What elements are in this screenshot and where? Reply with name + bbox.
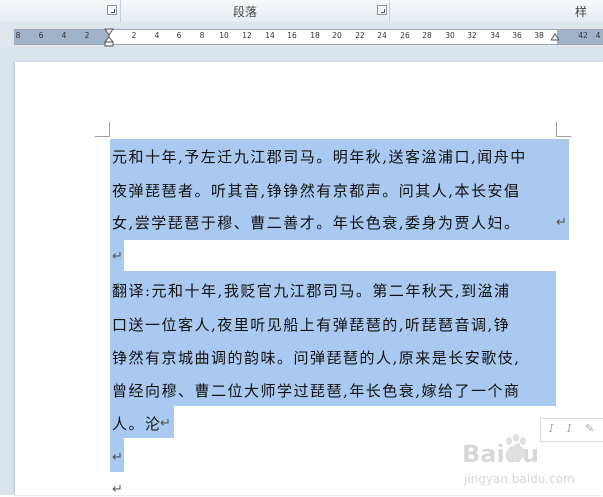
ruler-tick-label: 34 — [490, 31, 500, 40]
top-right-margin-mark — [556, 122, 571, 137]
ribbon-group-strip: 段落 样 — [0, 0, 603, 23]
text-line[interactable]: 人。沦 — [112, 414, 162, 434]
ribbon-separator — [120, 0, 121, 22]
watermark: Baidu jingyan.baidu.com — [462, 434, 603, 495]
paw-logo-icon — [506, 434, 526, 461]
styles-group-label: 样 — [575, 5, 588, 19]
paragraph-dialog-launcher-icon[interactable] — [377, 5, 387, 15]
ruler-tick-label: 42 — [578, 31, 588, 40]
ruler-tick-label: 32 — [467, 31, 477, 40]
ruler-tick-label: 4 — [595, 31, 601, 40]
ruler-tick-label: 8 — [15, 31, 21, 40]
ruler-tick-label: 20 — [332, 31, 342, 40]
font-dialog-launcher-icon[interactable] — [107, 5, 117, 15]
ruler-tick-label: 10 — [219, 31, 229, 40]
watermark-subtext: jingyan.baidu.com — [464, 472, 575, 486]
ruler-tick-label: 26 — [400, 31, 410, 40]
text-line[interactable]: 夜弹琵琶者。听其音,铮铮然有京都声。问其人,本长安倡 — [112, 181, 521, 201]
ruler-tick-label: 16 — [287, 31, 297, 40]
ruler-tick-label: 30 — [445, 31, 455, 40]
ruler-tick-label: 12 — [242, 31, 252, 40]
ruler-tick-label: 4 — [61, 31, 67, 40]
right-indent-marker-icon[interactable] — [551, 33, 559, 41]
ruler-tick-label: 24 — [377, 31, 387, 40]
ruler-tick-label: 28 — [422, 31, 432, 40]
indent-marker-icon[interactable] — [104, 27, 114, 47]
text-line[interactable]: 元和十年,予左迁九江郡司马。明年秋,送客湓浦口,闻舟中 — [112, 147, 527, 167]
ruler-tick-label: 6 — [176, 31, 182, 40]
text-line[interactable]: 女,尝学琵琶于穆、曹二善才。年长色衰,委身为贾人妇。 — [112, 213, 521, 233]
ribbon-separator — [389, 0, 390, 22]
text-line[interactable]: 曾经向穆、曹二位大师学过琵琶,年长色衰,嫁给了一个商 — [112, 381, 521, 401]
paragraph-mark: ↵ — [112, 249, 123, 264]
ruler-tick-label: 14 — [265, 31, 275, 40]
text-line[interactable]: 铮然有京城曲调的韵味。问弹琵琶的人,原来是长安歌伎, — [112, 348, 521, 368]
horizontal-ruler[interactable]: 8 6 4 2 2 4 6 8 10 12 14 16 18 20 22 24 … — [14, 29, 603, 45]
text-line[interactable]: 口送一位客人,夜里听见船上有弹琵琶的,听琵琶音调,铮 — [112, 315, 510, 335]
top-left-margin-mark — [95, 122, 110, 137]
ruler-tick-label: 36 — [512, 31, 522, 40]
ruler-tick-label: 38 — [534, 31, 544, 40]
ruler-tick-label: 18 — [310, 31, 320, 40]
ruler-tick-label: 4 — [154, 31, 160, 40]
paragraph-mark: ↵ — [160, 416, 171, 431]
ruler-tick-label: 2 — [84, 31, 90, 40]
ruler-tick-label: 8 — [199, 31, 205, 40]
ruler-tick-label: 6 — [38, 31, 44, 40]
text-line[interactable]: 翻译:元和十年,我贬官九江郡司马。第二年秋天,到湓浦 — [112, 281, 511, 301]
paragraph-mark: ↵ — [112, 450, 123, 465]
ruler-tick-label: 2 — [131, 31, 137, 40]
ruler-tick-label: 22 — [355, 31, 365, 40]
paragraph-mark: ↵ — [556, 215, 567, 230]
paragraph-group-label: 段落 — [233, 5, 258, 19]
